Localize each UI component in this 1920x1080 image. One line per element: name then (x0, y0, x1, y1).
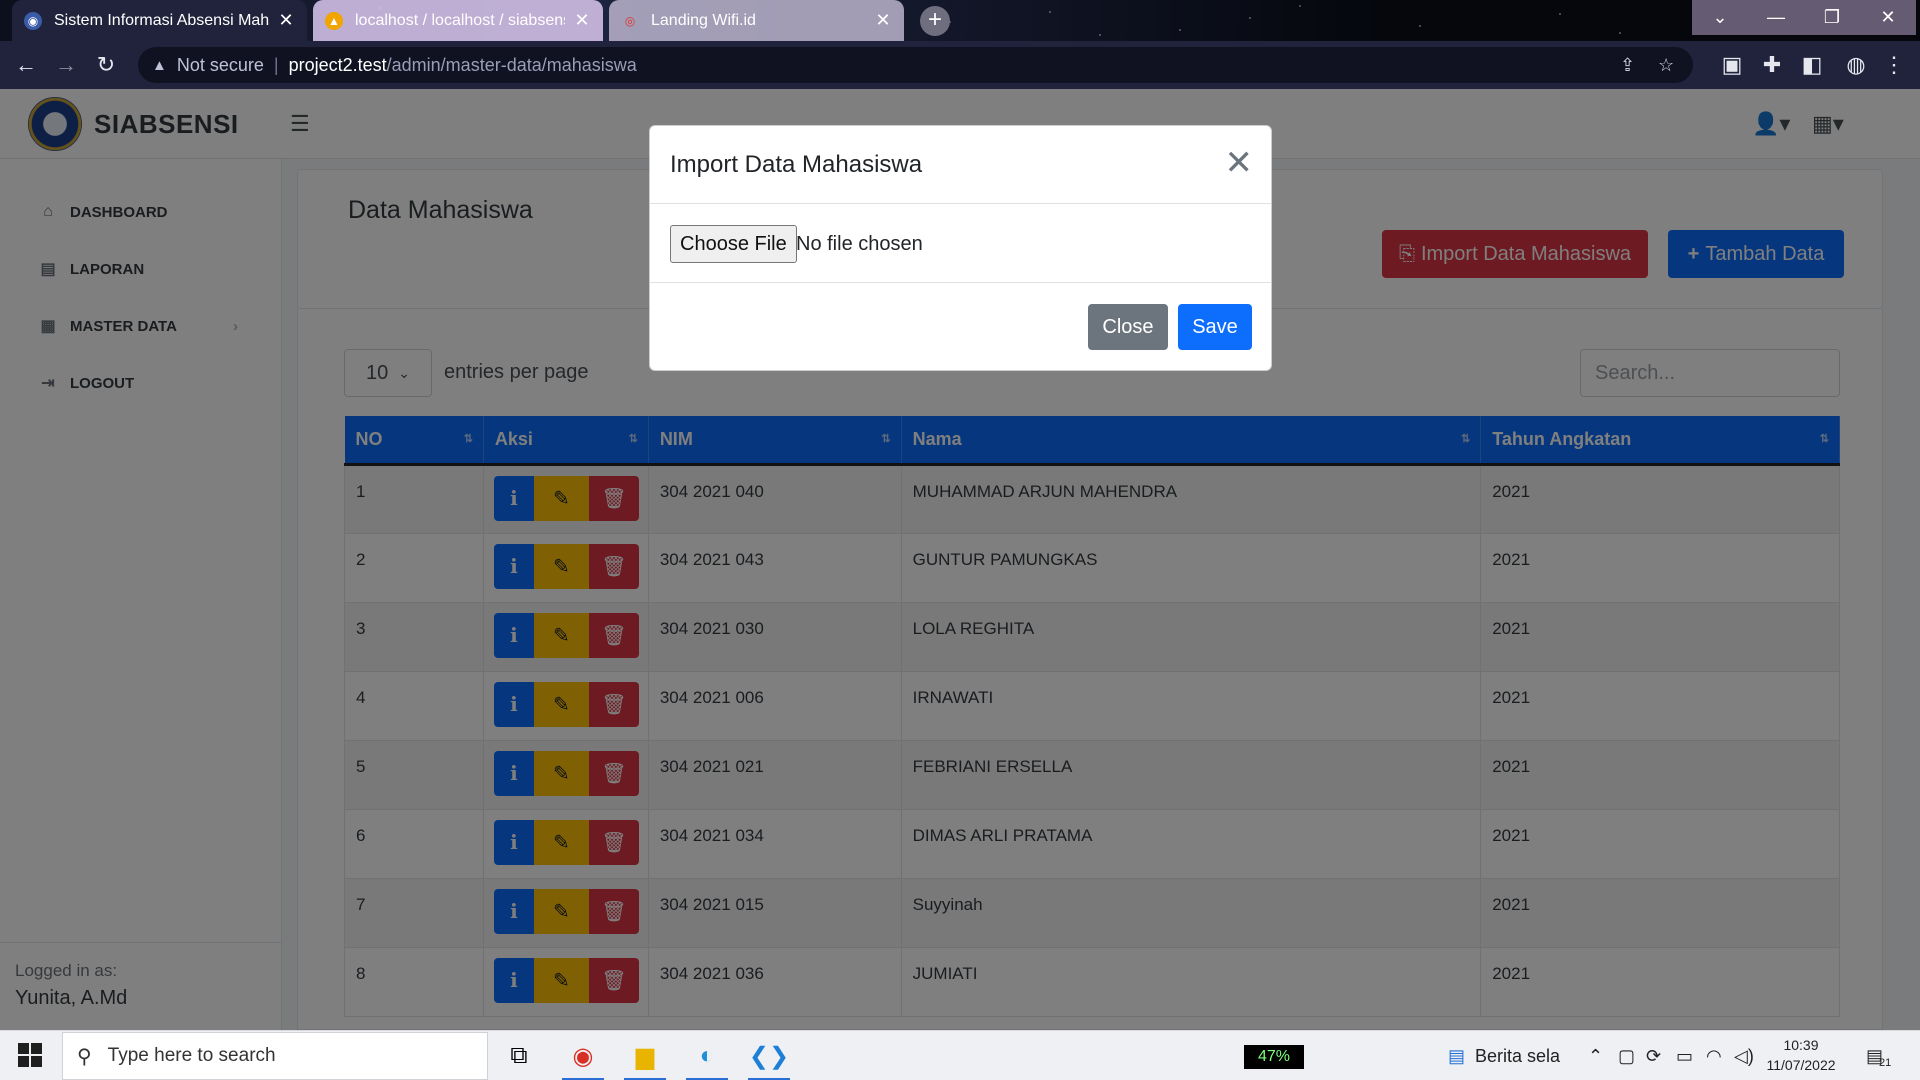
side-panel-icon[interactable]: ◧ (1796, 49, 1828, 81)
wifi-icon[interactable]: ◠ (1706, 1031, 1722, 1080)
close-window-button[interactable]: ✕ (1860, 0, 1916, 35)
tab-title: localhost / localhost / siabsensi (355, 11, 565, 29)
share-icon[interactable]: ⇪ (1620, 47, 1635, 83)
search-icon: ⚲ (77, 1045, 92, 1068)
choose-file-button[interactable]: Choose File (670, 225, 797, 263)
bookmark-star-icon[interactable]: ☆ (1658, 47, 1674, 83)
modal-title: Import Data Mahasiswa (670, 151, 923, 178)
device-icon[interactable]: ▢ (1618, 1031, 1635, 1080)
tab-search-icon[interactable]: ⌄ (1692, 0, 1748, 35)
back-icon[interactable]: ← (10, 49, 42, 81)
taskbar-search[interactable]: ⚲ Type here to search (62, 1032, 488, 1080)
chrome-icon[interactable]: ◉ (558, 1035, 608, 1080)
news-icon: ▤ (1448, 1045, 1466, 1066)
browser-tab-2[interactable]: ▲ localhost / localhost / siabsensi ✕ (313, 0, 603, 41)
browser-tab-3[interactable]: ◎ Landing Wifi.id ✕ (609, 0, 904, 41)
news-label: Berita sela (1475, 1045, 1561, 1066)
modal-body: Choose File No file chosen (650, 204, 1271, 283)
battery-widget[interactable]: 47% (1244, 1045, 1304, 1069)
edge-icon[interactable]: ◐ (682, 1035, 732, 1080)
browser-tabstrip: ◉ Sistem Informasi Absensi Mahasi ✕ ▲ lo… (0, 0, 1920, 41)
tab-title: Sistem Informasi Absensi Mahasi (54, 11, 269, 29)
taskbar-search-placeholder: Type here to search (107, 1045, 276, 1066)
clock-time: 10:39 (1783, 1037, 1819, 1053)
browser-tab-1[interactable]: ◉ Sistem Informasi Absensi Mahasi ✕ (12, 0, 307, 41)
phpmyadmin-favicon-icon: ▲ (325, 11, 343, 30)
news-widget[interactable]: ▤ Berita sela (1448, 1031, 1560, 1080)
browser-menu-icon[interactable]: ⋮ (1878, 49, 1910, 81)
site-favicon-icon: ◉ (24, 11, 42, 30)
security-status: Not secure (176, 54, 264, 75)
close-tab-icon[interactable]: ✕ (277, 10, 295, 31)
windows-taskbar: ⚲ Type here to search ⧉ ◉ ▆ ◐ ❮❯ 47% ▤ B… (0, 1030, 1920, 1080)
notification-count: 21 (1879, 1057, 1892, 1069)
tab-title: Landing Wifi.id (651, 11, 756, 29)
file-status: No file chosen (796, 233, 923, 255)
browser-toolbar: ← → ↻ ▲ Not secure | project2.test /admi… (0, 41, 1920, 89)
new-tab-button[interactable]: + (920, 6, 950, 36)
restore-button[interactable]: ❐ (1804, 0, 1860, 35)
update-icon[interactable]: ⟳ (1646, 1031, 1661, 1080)
address-path: /admin/master-data/mahasiswa (386, 54, 637, 75)
forward-icon[interactable]: → (50, 49, 82, 81)
windows-start-icon[interactable] (18, 1043, 42, 1067)
extension-icon[interactable]: ▣ (1716, 49, 1748, 81)
address-host: project2.test (288, 54, 387, 75)
save-button[interactable]: Save (1178, 304, 1252, 350)
close-button[interactable]: Close (1088, 304, 1168, 350)
warning-icon: ▲ (152, 56, 167, 74)
close-icon[interactable]: ✕ (1225, 146, 1254, 180)
reload-icon[interactable]: ↻ (90, 49, 122, 81)
notification-center-icon[interactable]: ▤ 21 (1866, 1031, 1891, 1080)
clock[interactable]: 10:39 11/07/2022 (1758, 1035, 1844, 1075)
wifi-favicon-icon: ◎ (624, 13, 636, 28)
volume-icon[interactable]: ◁) (1734, 1031, 1754, 1080)
task-view-icon[interactable]: ⧉ (494, 1035, 544, 1077)
vscode-icon[interactable]: ❮❯ (744, 1035, 794, 1080)
address-bar[interactable]: ▲ Not secure | project2.test /admin/mast… (138, 47, 1693, 83)
show-hidden-icons-icon[interactable]: ⌃ (1588, 1031, 1603, 1080)
file-explorer-icon[interactable]: ▆ (620, 1035, 670, 1080)
battery-icon[interactable]: ▭ (1676, 1031, 1693, 1080)
puzzle-extensions-icon[interactable]: ✚ (1756, 49, 1788, 81)
close-tab-icon[interactable]: ✕ (874, 10, 892, 31)
minimize-button[interactable]: — (1748, 0, 1804, 35)
profile-avatar-icon[interactable]: ◍ (1840, 49, 1872, 81)
address-separator: | (273, 54, 279, 75)
close-tab-icon[interactable]: ✕ (573, 10, 591, 31)
modal-header: Import Data Mahasiswa ✕ (650, 126, 1271, 204)
import-modal: Import Data Mahasiswa ✕ Choose File No f… (649, 125, 1272, 371)
clock-date: 11/07/2022 (1766, 1057, 1836, 1073)
